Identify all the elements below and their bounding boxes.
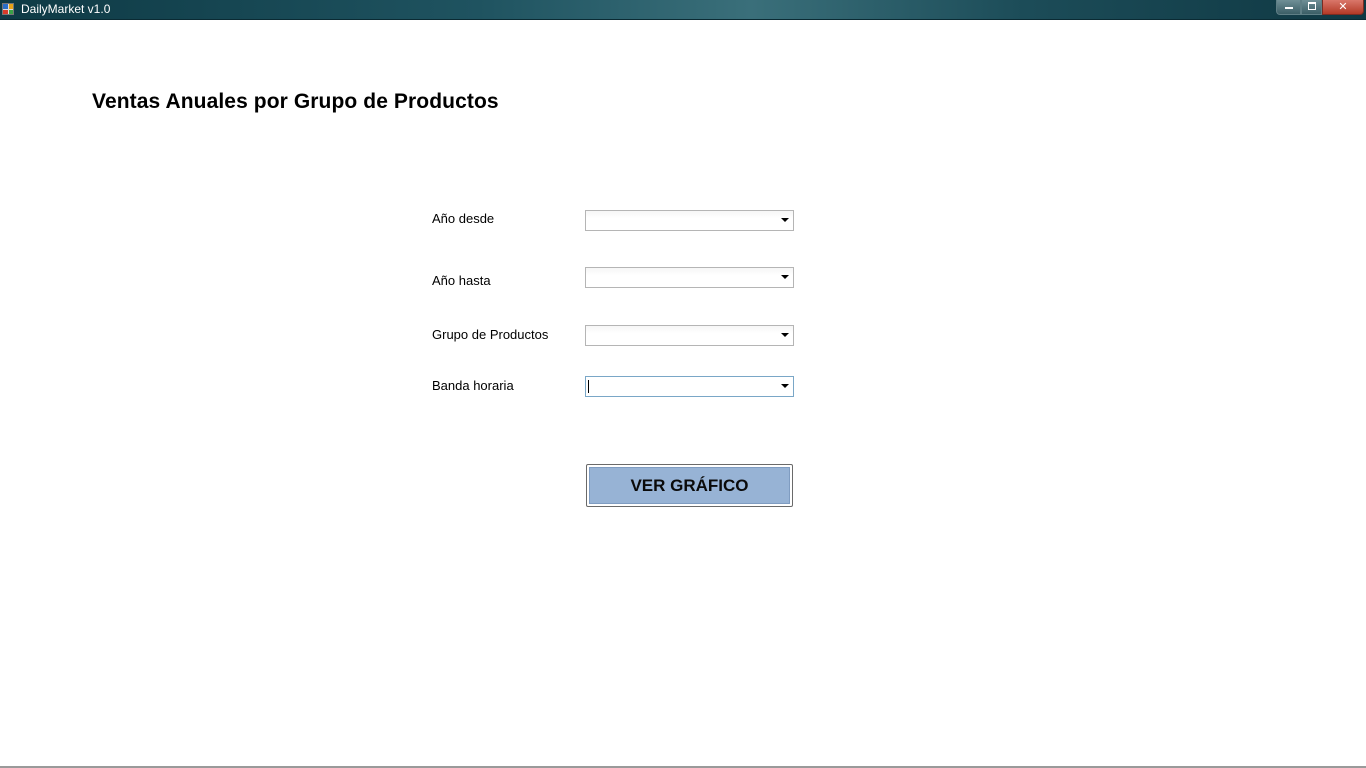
chevron-down-icon[interactable]	[781, 275, 789, 279]
chevron-down-icon[interactable]	[781, 218, 789, 222]
year-from-label: Año desde	[432, 211, 495, 226]
time-band-label: Banda horaria	[432, 378, 514, 393]
view-chart-button-label: VER GRÁFICO	[589, 467, 790, 504]
window-controls: ✕	[1276, 0, 1364, 16]
chevron-down-icon[interactable]	[781, 384, 789, 388]
text-cursor	[588, 380, 589, 393]
product-group-label: Grupo de Productos	[432, 327, 549, 342]
window-title: DailyMarket v1.0	[21, 2, 111, 16]
chevron-down-icon[interactable]	[781, 333, 789, 337]
product-group-dropdown[interactable]	[585, 325, 794, 346]
restore-icon	[1307, 2, 1316, 11]
view-chart-button[interactable]: VER GRÁFICO	[586, 464, 793, 507]
minimize-icon	[1284, 7, 1293, 10]
app-window: DailyMarket v1.0 ✕ Ventas Anuales por Gr…	[0, 0, 1366, 768]
time-band-dropdown[interactable]	[585, 376, 794, 397]
title-bar[interactable]: DailyMarket v1.0 ✕	[0, 0, 1366, 20]
page-title: Ventas Anuales por Grupo de Productos	[92, 90, 499, 113]
year-from-dropdown[interactable]	[585, 210, 794, 231]
close-icon: ✕	[1338, 1, 1348, 13]
app-icon[interactable]	[2, 3, 14, 15]
restore-button[interactable]	[1301, 0, 1322, 15]
year-to-label: Año hasta	[432, 273, 491, 288]
minimize-button[interactable]	[1276, 0, 1301, 15]
close-button[interactable]: ✕	[1322, 0, 1364, 15]
year-to-dropdown[interactable]	[585, 267, 794, 288]
